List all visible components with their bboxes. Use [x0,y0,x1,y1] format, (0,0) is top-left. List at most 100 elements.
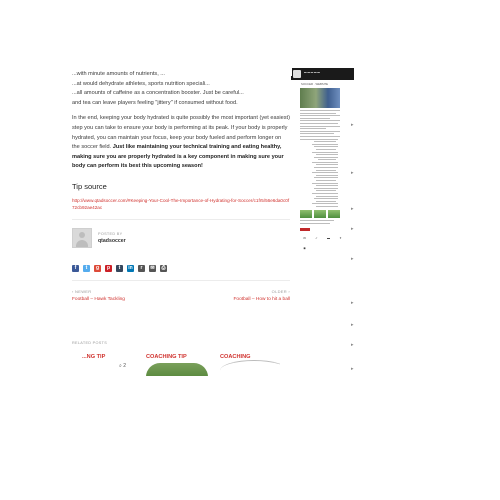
site-header: ▬ ▬ ▬ ▬ ▬ [291,68,354,80]
text-line [300,120,340,122]
text-line [316,180,336,182]
site-nav: ▬ ▬ ▬ ▬ ▬ [304,71,320,74]
text-line [300,138,338,140]
tip-source-heading: Tip source [72,181,107,191]
older-post-link[interactable]: Football – How to hit a ball [185,297,290,302]
fade-overlay [232,62,292,76]
divider [72,279,290,281]
tip-source-link[interactable]: http://www.qtadsoccer.com/#Keeping-Your-… [72,197,290,211]
google-plus-icon[interactable]: g [94,264,101,272]
text-line [316,169,336,171]
paragraph-line: ...at would dehydrate athletes, sports n… [72,80,210,87]
older-label-text: OLDER [271,288,287,294]
text-line [316,190,336,192]
zoom-icon[interactable]: ⌕ 2 [119,363,126,369]
avatar-body-icon [76,239,88,247]
text-line [316,185,338,187]
sidebar-thumbnail[interactable] [328,209,340,218]
sidebar-thumbnails [300,209,354,218]
scroll-marker-icon: ▸ [351,226,354,232]
text-line [316,205,338,207]
text-line [316,148,336,150]
scroll-marker-icon: ▸ [351,206,354,212]
scroll-marker-icon: ▸ [351,322,354,328]
site-logo-icon[interactable] [293,70,301,78]
sidebar-text-block [300,110,354,207]
sidebar-thumbnail[interactable] [314,209,326,218]
text-line [312,151,338,153]
brand-logo-icon[interactable]: ✦ [336,235,345,242]
scroll-marker-icon: ▸ [351,122,354,128]
text-line [316,174,338,176]
text-line [300,117,330,119]
sidebar-text-block [300,219,354,224]
text-line [314,167,338,169]
brand-logo-icon[interactable]: ◉ [300,245,309,252]
avatar[interactable] [72,227,92,248]
posted-by-label: POSTED BY [98,231,123,236]
scroll-marker-icon: ▸ [351,300,354,306]
text-line [314,177,338,179]
scroll-marker-icon: ▸ [351,170,354,176]
text-line [314,141,336,143]
brand-logo-icon[interactable]: ✓ [312,235,321,242]
article-body: ...with minute amounts of nutrients, ...… [72,70,290,302]
text-line [314,187,338,189]
text-line [300,133,334,135]
author-text: POSTED BY qtadsoccer [98,232,126,244]
sidebar-brand-logos: ◘ ✓ ▬ ✦ ◉ [300,235,350,252]
newer-post[interactable]: ‹ NEWER Football – Hawk Tackling [72,289,177,302]
scroll-marker-icon: ▸ [351,342,354,348]
brand-logo-icon[interactable]: ◘ [300,235,309,242]
email-icon[interactable]: ✉ [149,264,156,272]
text-line [300,222,330,224]
scroll-marker-icon: ▸ [351,366,354,372]
brand-logo-icon[interactable]: ▬ [324,235,333,242]
author-name[interactable]: qtadsoccer [98,238,126,244]
sidebar-hero-photo [300,88,340,108]
sidebar-red-bar [300,227,310,231]
paragraph-line: ...with minute amounts of nutrients, ... [72,71,165,77]
related-post-card[interactable]: ...NG TIP [82,354,152,376]
print-icon[interactable]: ⎙ [160,264,167,272]
older-post[interactable]: OLDER › Football – How to hit a ball [185,289,290,302]
related-posts-label: RELATED POSTS [72,341,108,345]
reddit-icon[interactable]: r [138,264,145,272]
text-line [300,125,340,127]
sidebar-title: SOCCER · WEBSITE [301,82,329,86]
newer-label-text: NEWER [75,288,92,294]
linkedin-icon[interactable]: in [127,264,134,272]
older-label: OLDER › [271,288,290,294]
text-line [314,146,338,148]
newer-post-link[interactable]: Football – Hawk Tackling [72,297,177,302]
pinterest-icon[interactable]: p [105,264,112,272]
related-post-title[interactable]: ...NG TIP [82,354,152,360]
newer-label: ‹ NEWER [72,288,92,294]
text-line [300,130,340,132]
text-line [318,159,336,161]
scroll-marker-icon: ▸ [351,256,354,262]
text-line [300,112,336,114]
related-post-thumbnail[interactable] [146,363,208,376]
text-line [314,156,338,158]
text-line [300,115,340,117]
related-post-card[interactable]: COACHING TIP [146,354,216,376]
text-line [314,198,338,200]
facebook-icon[interactable]: f [72,264,79,272]
article-paragraph-conclusion: In the end, keeping your body hydrated i… [72,114,290,172]
text-line [316,154,338,156]
related-post-title[interactable]: COACHING TIP [146,354,216,360]
text-line [312,172,338,174]
page-thumbnail-sidebar: ▬ ▬ ▬ ▬ ▬ SOCCER · WEBSITE ◘ ✓ ▬ ✦ ◉ [291,68,354,252]
divider [72,218,290,220]
sidebar-thumbnail[interactable] [300,209,312,218]
share-bar: f t g p t in r ✉ ⎙ [72,264,290,272]
text-line [300,110,340,111]
related-post-card[interactable]: COACHING [220,354,280,376]
twitter-icon[interactable]: t [83,264,90,272]
related-post-thumbnail-edge [220,360,280,376]
text-line [312,161,338,163]
text-line [312,193,338,194]
text-line [300,135,340,137]
tumblr-icon[interactable]: t [116,264,123,272]
